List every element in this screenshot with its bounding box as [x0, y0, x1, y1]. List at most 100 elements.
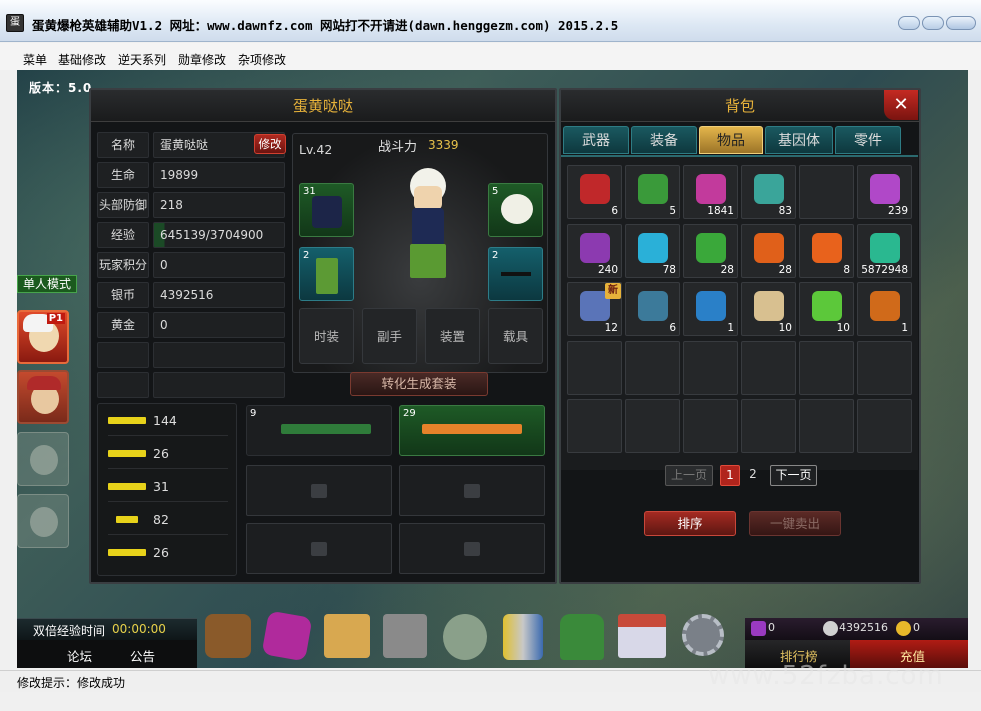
info-label: 名称 — [97, 132, 149, 158]
notice-link[interactable]: 公告 — [130, 646, 155, 665]
forge-hammer-icon[interactable] — [383, 614, 427, 658]
bag-slot[interactable] — [567, 340, 622, 395]
menu-item-medal[interactable]: 勋章修改 — [178, 51, 226, 68]
hair-slot[interactable]: 5 — [488, 183, 543, 237]
page-2-button[interactable]: 2 — [744, 465, 762, 486]
rifle-icon — [108, 417, 146, 424]
bag-slot[interactable] — [857, 340, 912, 395]
bag-slot[interactable] — [625, 399, 680, 453]
shop-icon[interactable] — [618, 614, 666, 658]
ammo-icon[interactable] — [503, 614, 543, 660]
bag-slot[interactable]: 12 新 — [567, 282, 622, 336]
info-label: 玩家积分 — [97, 252, 149, 278]
vehicle-slot-button[interactable]: 载具 — [488, 308, 543, 364]
bag-slot[interactable]: 5 — [625, 165, 680, 219]
locked-character-avatar[interactable] — [17, 432, 69, 486]
tab-equipment[interactable]: 装备 — [631, 126, 697, 154]
gold-coin-icon — [896, 621, 911, 636]
locked-gun-slot[interactable] — [399, 465, 545, 516]
bag-slot[interactable] — [741, 340, 796, 395]
bag-slot[interactable]: 8 — [799, 223, 854, 278]
bag-slot[interactable]: 10 — [799, 282, 854, 336]
fashion-slot-button[interactable]: 时装 — [299, 308, 354, 364]
tab-parts[interactable]: 零件 — [835, 126, 901, 154]
bag-slot[interactable] — [683, 399, 738, 453]
glasses-slot[interactable]: 2 — [488, 247, 543, 301]
menu-item-godmode[interactable]: 逆天系列 — [118, 51, 166, 68]
minimize-button[interactable] — [898, 16, 920, 30]
item-count: 28 — [720, 263, 734, 276]
bag-slot[interactable] — [567, 399, 622, 453]
sort-button[interactable]: 排序 — [644, 511, 736, 536]
bag-slot[interactable]: 6 — [567, 165, 622, 219]
tab-items[interactable]: 物品 — [699, 126, 763, 154]
bag-slot[interactable]: 28 — [741, 223, 796, 278]
menu-item-main[interactable]: 菜单 — [23, 51, 47, 68]
bag-slot[interactable]: 5872948 — [857, 223, 912, 278]
settings-gear-icon[interactable] — [682, 614, 724, 656]
prev-page-button[interactable]: 上一页 — [665, 465, 713, 486]
bag-slot[interactable]: 10 — [741, 282, 796, 336]
convert-suit-button[interactable]: 转化生成套装 — [350, 372, 488, 396]
teal-gem-icon — [870, 232, 900, 263]
bag-slot[interactable] — [799, 165, 854, 219]
maximize-button[interactable] — [922, 16, 944, 30]
locked-character-avatar[interactable] — [17, 494, 69, 548]
bag-slot[interactable] — [625, 340, 680, 395]
locked-gun-slot[interactable] — [399, 523, 545, 574]
player2-avatar[interactable] — [17, 370, 69, 424]
green-crate-icon — [638, 174, 668, 204]
sell-all-button[interactable]: 一键卖出 — [749, 511, 841, 536]
menu-item-basic[interactable]: 基础修改 — [58, 51, 106, 68]
weapon-row: 144 — [108, 405, 228, 436]
page-1-button[interactable]: 1 — [720, 465, 740, 486]
locked-gun-slot[interactable] — [246, 523, 392, 574]
bag-slot[interactable]: 1 — [857, 282, 912, 336]
close-bag-icon[interactable]: ✕ — [884, 90, 918, 120]
orange-gem-icon — [812, 232, 842, 263]
tab-genes[interactable]: 基因体 — [765, 126, 833, 154]
forum-link[interactable]: 论坛 — [67, 646, 92, 665]
bag-slot[interactable]: 78 — [625, 223, 680, 278]
bag-slot[interactable]: 28 — [683, 223, 738, 278]
jacket-slot[interactable]: 31 — [299, 183, 354, 237]
gem-icon[interactable] — [261, 610, 313, 662]
bag-slot[interactable]: 239 — [857, 165, 912, 219]
bag-slot[interactable] — [857, 399, 912, 453]
player1-avatar[interactable]: P1 — [17, 310, 69, 364]
modify-name-button[interactable]: 修改 — [254, 134, 286, 154]
bag-slot[interactable] — [683, 340, 738, 395]
jacket-icon — [312, 196, 342, 228]
bag-slot[interactable]: 1841 — [683, 165, 738, 219]
item-count: 5 — [669, 205, 676, 217]
close-button[interactable] — [946, 16, 976, 30]
next-page-button[interactable]: 下一页 — [770, 465, 817, 486]
gun-slot[interactable]: 29 — [399, 405, 545, 456]
bag-slot[interactable] — [741, 399, 796, 453]
tab-weapons[interactable]: 武器 — [563, 126, 629, 154]
gun-slot[interactable]: 9 — [246, 405, 392, 456]
bag-slot[interactable]: 6 — [625, 282, 680, 336]
zombie-icon[interactable] — [443, 614, 487, 660]
p1-badge: P1 — [46, 313, 65, 324]
item-count: 78 — [662, 263, 676, 276]
silver-coin-icon — [823, 621, 838, 636]
rune-gem-icon — [754, 174, 784, 204]
item-count: 10 — [778, 322, 792, 334]
pants-slot[interactable]: 2 — [299, 247, 354, 301]
bag-slot[interactable] — [799, 399, 854, 453]
menu-item-misc[interactable]: 杂项修改 — [238, 51, 286, 68]
offhand-slot-button[interactable]: 副手 — [362, 308, 417, 364]
weapon-row: 26 — [108, 438, 228, 469]
quest-scroll-icon[interactable] — [324, 614, 370, 658]
bag-slot[interactable] — [799, 340, 854, 395]
bag-slot[interactable]: 240 — [567, 223, 622, 278]
lock-icon — [311, 484, 327, 498]
hero-cloak-icon[interactable] — [560, 614, 604, 660]
backpack-icon[interactable] — [205, 614, 251, 658]
device-slot-button[interactable]: 装置 — [425, 308, 480, 364]
bag-slot[interactable]: 83 — [741, 165, 796, 219]
single-mode-button[interactable]: 单人模式 — [17, 275, 77, 293]
locked-gun-slot[interactable] — [246, 465, 392, 516]
bag-slot[interactable]: 1 — [683, 282, 738, 336]
